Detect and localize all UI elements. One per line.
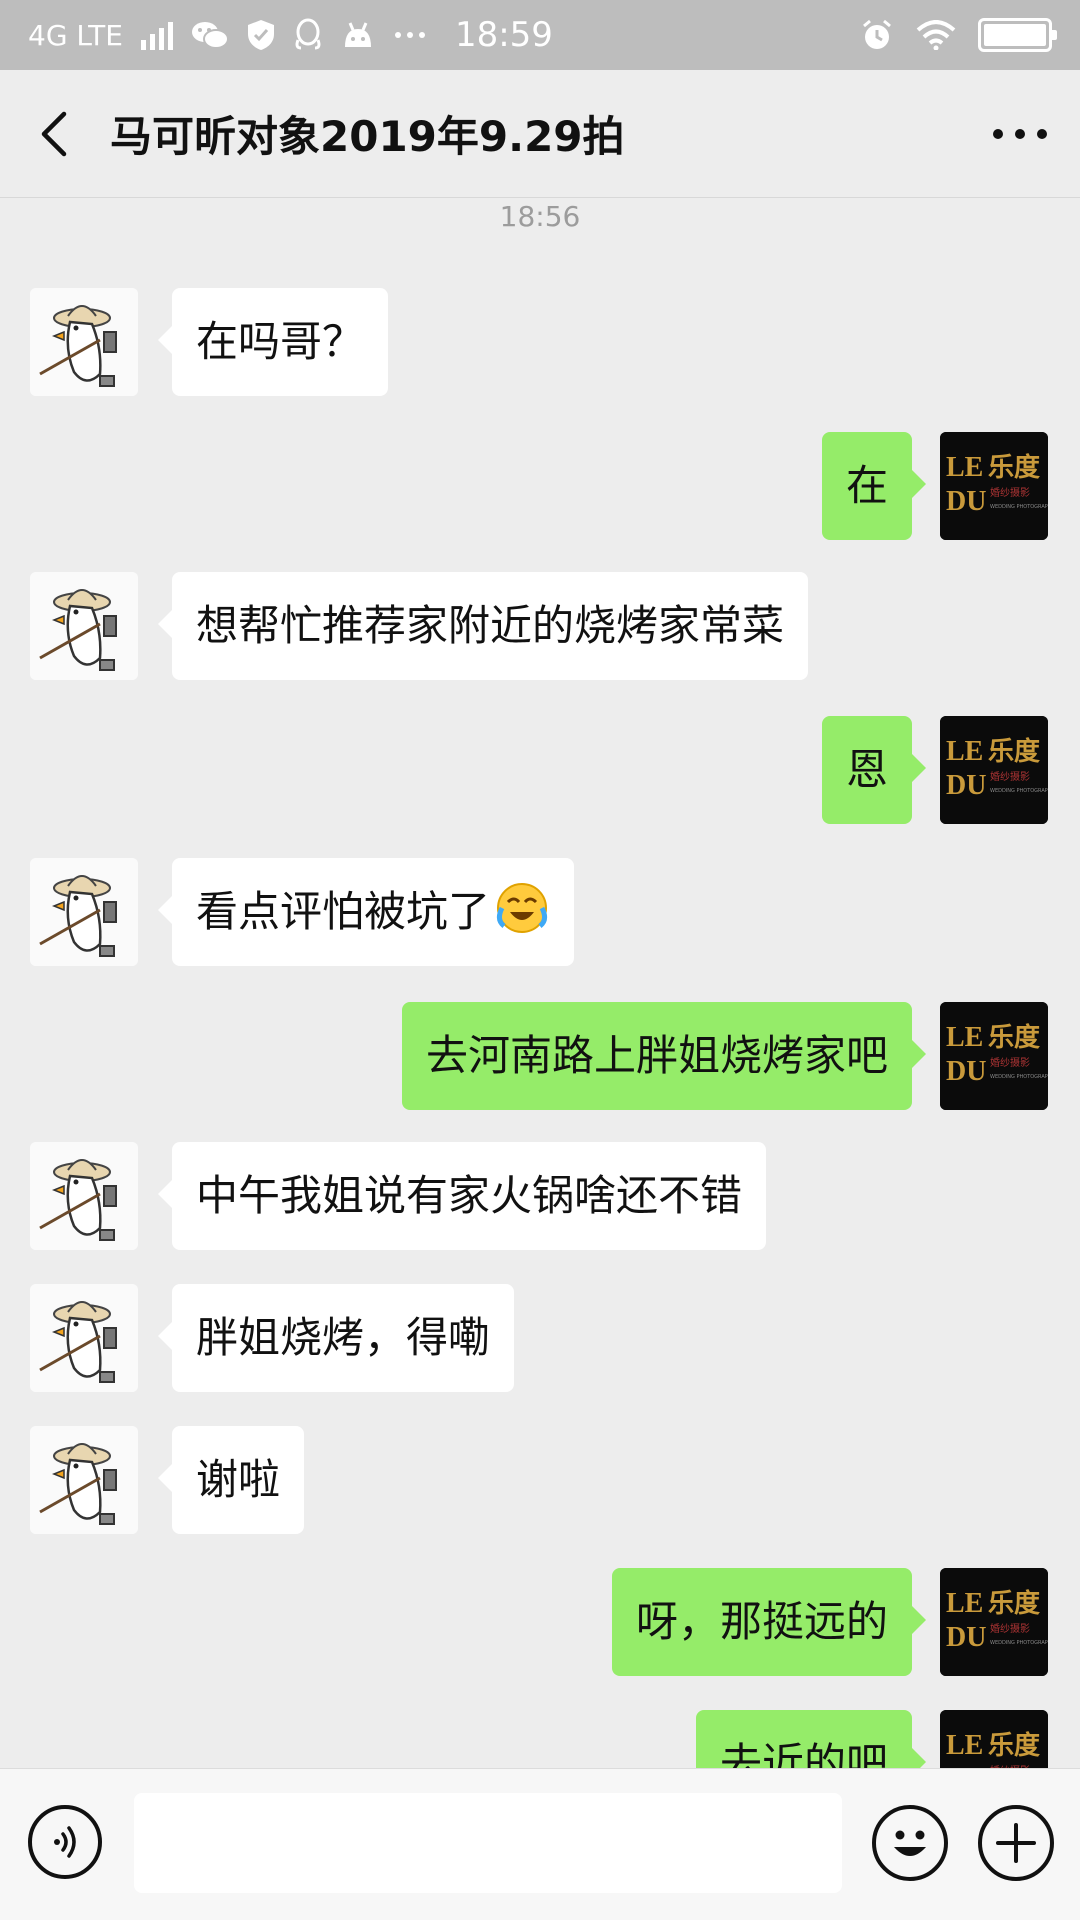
- svg-text:婚纱摄影: 婚纱摄影: [990, 486, 1030, 499]
- my-avatar[interactable]: LE乐度DU婚纱摄影WEDDING PHOTOGRAPHY: [940, 1710, 1048, 1768]
- battery-icon: [978, 18, 1057, 52]
- timestamp: 18:56: [499, 200, 581, 233]
- more-dots-icon: [393, 30, 427, 40]
- chat-message-list[interactable]: 18:56 在吗哥？LE乐度DU婚纱摄影WEDDING PHOTOGRAPHY在…: [0, 198, 1080, 1768]
- svg-text:婚纱摄影: 婚纱摄影: [990, 770, 1030, 783]
- message-text: 在吗哥？: [196, 317, 365, 366]
- message-text: 在: [845, 461, 888, 510]
- status-time: 18:59: [454, 15, 553, 55]
- contact-avatar[interactable]: [30, 1284, 138, 1392]
- svg-text:LE: LE: [946, 1022, 983, 1053]
- svg-text:LE: LE: [946, 452, 983, 483]
- voice-icon: [54, 1826, 76, 1858]
- android-icon: [341, 21, 375, 49]
- chevron-left-icon: [41, 111, 67, 156]
- message-text: 胖姐烧烤，得嘞: [196, 1313, 491, 1362]
- contact-avatar[interactable]: [30, 1426, 138, 1534]
- svg-text:LE: LE: [946, 1730, 983, 1761]
- message-bubble[interactable]: 去近的吧: [695, 1710, 927, 1768]
- my-avatar[interactable]: LE乐度DU 婚纱摄影 WEDDING PHOTOGRAPHY: [940, 1568, 1048, 1676]
- message-bubble[interactable]: 去河南路上胖姐烧烤家吧: [401, 1002, 927, 1110]
- network-label: 4G LTE: [28, 18, 123, 52]
- more-functions-button[interactable]: [978, 1805, 1054, 1881]
- svg-text:WEDDING PHOTOGRAPHY: WEDDING PHOTOGRAPHY: [990, 504, 1048, 510]
- back-button[interactable]: [4, 70, 104, 198]
- svg-text:LE: LE: [946, 1588, 983, 1619]
- message-bubble[interactable]: 在吗哥？: [157, 288, 389, 396]
- signal-bars-icon: [140, 20, 173, 50]
- message-text: 想帮忙推荐家附近的烧烤家常菜: [196, 601, 785, 650]
- wifi-icon: [916, 20, 956, 50]
- emoji-icon: [894, 1830, 926, 1856]
- svg-text:WEDDING PHOTOGRAPHY: WEDDING PHOTOGRAPHY: [990, 788, 1048, 794]
- svg-text:乐度: 乐度: [988, 1588, 1040, 1619]
- my-avatar[interactable]: LE乐度DU 婚纱摄影 WEDDING PHOTOGRAPHY: [940, 1002, 1048, 1110]
- svg-text:DU: DU: [946, 1056, 986, 1087]
- svg-text:乐度: 乐度: [988, 452, 1040, 483]
- plus-icon: [996, 1823, 1036, 1863]
- contact-avatar[interactable]: [30, 288, 138, 396]
- chat-title: 马可昕对象2019年9.29拍: [110, 112, 625, 161]
- message-text: 恩: [845, 745, 888, 794]
- message-text: 去河南路上胖姐烧烤家吧: [425, 1031, 888, 1080]
- more-horizontal-icon: [993, 128, 1047, 139]
- svg-text:WEDDING PHOTOGRAPHY: WEDDING PHOTOGRAPHY: [990, 1074, 1048, 1080]
- contact-avatar[interactable]: [30, 572, 138, 680]
- svg-text:婚纱摄影: 婚纱摄影: [990, 1622, 1030, 1635]
- chat-header: 马可昕对象2019年9.29拍: [0, 70, 1080, 198]
- my-avatar[interactable]: LE乐度DU 婚纱摄影 WEDDING PHOTOGRAPHY: [940, 716, 1048, 824]
- my-avatar[interactable]: LE乐度DU 婚纱摄影 WEDDING PHOTOGRAPHY: [940, 432, 1048, 540]
- message-bubble[interactable]: 想帮忙推荐家附近的烧烤家常菜: [157, 572, 809, 680]
- message-bubble[interactable]: 恩: [821, 716, 927, 824]
- voice-button[interactable]: [28, 1805, 102, 1879]
- message-bubble[interactable]: 胖姐烧烤，得嘞: [157, 1284, 515, 1392]
- wechat-icon: [191, 20, 229, 50]
- message-text: 中午我姐说有家火锅啥还不错: [196, 1171, 743, 1220]
- svg-text:乐度: 乐度: [988, 1730, 1040, 1761]
- shield-icon: [247, 19, 275, 51]
- svg-text:DU: DU: [946, 486, 986, 517]
- message-text: 呀，那挺远的: [635, 1597, 888, 1646]
- input-bar: [0, 1768, 1080, 1920]
- svg-text:DU: DU: [946, 770, 986, 801]
- crying-laughing-emoji-icon: [490, 883, 550, 936]
- svg-text:WEDDING PHOTOGRAPHY: WEDDING PHOTOGRAPHY: [990, 1640, 1048, 1646]
- alarm-icon: [860, 18, 894, 52]
- message-bubble[interactable]: 看点评怕被坑了: [157, 858, 575, 966]
- message-text: 谢啦: [196, 1455, 281, 1504]
- contact-avatar[interactable]: [30, 1142, 138, 1250]
- emoji-button[interactable]: [872, 1805, 948, 1881]
- message-bubble[interactable]: 中午我姐说有家火锅啥还不错: [157, 1142, 767, 1250]
- message-bubble[interactable]: 谢啦: [157, 1426, 305, 1534]
- svg-text:乐度: 乐度: [988, 1022, 1040, 1053]
- svg-text:LE: LE: [946, 736, 983, 767]
- message-text: 去近的吧: [719, 1739, 888, 1768]
- svg-text:婚纱摄影: 婚纱摄影: [990, 1056, 1030, 1069]
- message-bubble[interactable]: 呀，那挺远的: [611, 1568, 927, 1676]
- qq-icon: [293, 18, 323, 52]
- message-input[interactable]: [134, 1793, 842, 1893]
- message-bubble[interactable]: 在: [821, 432, 927, 540]
- contact-avatar[interactable]: [30, 858, 138, 966]
- svg-text:乐度: 乐度: [988, 736, 1040, 767]
- status-bar: 4G LTE 18:59: [0, 0, 1080, 70]
- message-text: 看点评怕被坑了: [196, 887, 491, 936]
- svg-text:DU: DU: [946, 1622, 986, 1653]
- more-button[interactable]: [960, 70, 1080, 198]
